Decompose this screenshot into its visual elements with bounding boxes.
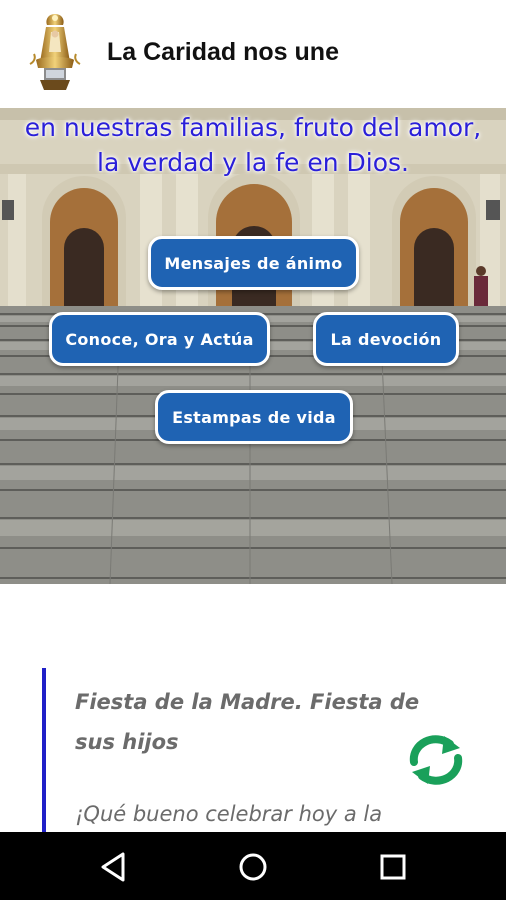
back-triangle-icon[interactable]: [97, 850, 131, 884]
refresh-icon[interactable]: [406, 734, 466, 786]
app-title: La Caridad nos une: [107, 38, 339, 66]
hero-banner: en nuestras familias, fruto del amor, la…: [0, 108, 506, 584]
mensajes-de-animo-button[interactable]: Mensajes de ánimo: [148, 236, 359, 290]
quote-accent-bar: [42, 668, 46, 832]
hero-text-line2: la verdad y la fe en Dios.: [97, 148, 409, 177]
virgin-statue-icon: [29, 14, 81, 90]
conoce-ora-actua-button[interactable]: Conoce, Ora y Actúa: [49, 312, 270, 366]
la-devocion-button[interactable]: La devoción: [313, 312, 459, 366]
article-card[interactable]: Fiesta de la Madre. Fiesta de sus hijos …: [0, 584, 506, 832]
article-title[interactable]: Fiesta de la Madre. Fiesta de sus hijos: [75, 682, 435, 762]
recent-square-icon[interactable]: [376, 850, 410, 884]
system-nav-bar: [0, 832, 506, 900]
home-circle-icon[interactable]: [236, 850, 270, 884]
estampas-de-vida-button[interactable]: Estampas de vida: [155, 390, 353, 444]
article-excerpt: ¡Qué bueno celebrar hoy a la: [75, 802, 383, 826]
hero-text-line1: en nuestras familias, fruto del amor,: [24, 113, 482, 142]
app-header: La Caridad nos une: [0, 0, 506, 108]
